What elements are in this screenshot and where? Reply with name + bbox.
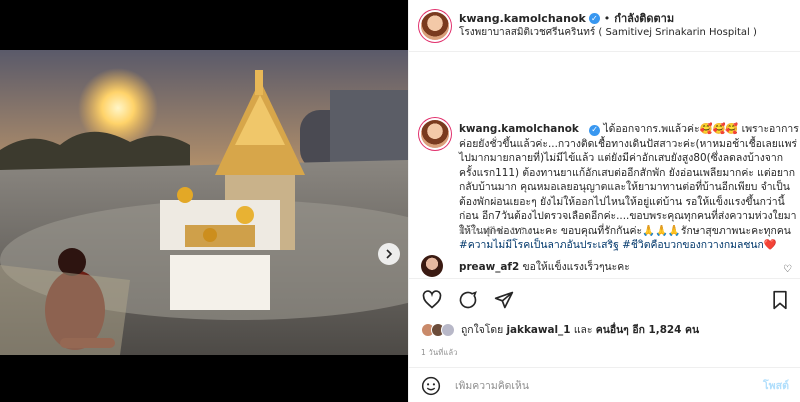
post-photo[interactable] [0,50,408,355]
verified-badge-icon: ✓ [588,13,600,24]
likes-and: และ [573,324,593,336]
post-modal: kwang.kamolchanok ✓ • กำลังติดตาม โรงพยา… [0,0,800,402]
hashtag-link[interactable]: #ความไม่มีโรคเป็นลาภอันประเสริฐ [459,239,619,251]
caption-text: ได้ออกจากร.พแล้วค่ะ🥰🥰🥰 เพราะอาการค่อยยัง… [459,123,799,237]
save-button[interactable] [769,289,791,311]
comment-composer: โพสต์ [409,367,800,402]
likes-prefix: ถูกใจโดย [461,324,504,336]
comment-icon [459,291,477,309]
bookmark-icon [773,290,787,310]
post-timestamp: 1 วันที่แล้ว [421,348,458,357]
hashtag-link[interactable]: #ชีวิตคือบวกของกวางกมลชนก [622,239,764,251]
comment-input[interactable] [455,379,763,392]
heart-emoji: ❤️ [763,239,777,251]
separator: • [603,11,611,25]
comment-row: preaw_af2 ขอให้แข็งแรงเร็วๆนะคะ ♡ [421,255,796,277]
action-bar: ถูกใจโดย jakkawal_1 และ คนอื่นๆ อีก 1,82… [409,278,800,402]
share-icon [494,291,514,309]
comment-text: ขอให้แข็งแรงเร็วๆนะคะ [522,260,630,273]
caption-username[interactable]: kwang.kamolchanok [459,123,579,135]
commenter-avatar[interactable] [421,255,443,277]
heart-icon [422,290,442,309]
following-button[interactable]: กำลังติดตาม [614,12,674,25]
post-side-panel: kwang.kamolchanok ✓ • กำลังติดตาม โรงพยา… [408,0,800,402]
edited-timestamp: มีการแก้ไข · 1 วัน [459,227,531,237]
share-button[interactable] [493,289,515,311]
author-username[interactable]: kwang.kamolchanok [459,12,586,25]
liker-avatar [441,322,455,337]
caption-section: kwang.kamolchanok ✓ ได้ออกจากร.พแล้วค่ะ🥰… [409,52,800,251]
liker-avatars [421,322,455,337]
post-header: kwang.kamolchanok ✓ • กำลังติดตาม โรงพยา… [409,0,800,52]
liker-username[interactable]: jakkawal_1 [506,324,570,336]
emoji-icon[interactable] [421,376,441,396]
author-avatar[interactable] [421,11,449,40]
commenter-username[interactable]: preaw_af2 [459,261,519,273]
likes-summary: ถูกใจโดย jakkawal_1 และ คนอื่นๆ อีก 1,82… [421,321,699,338]
caption-author-avatar[interactable] [421,120,449,148]
comment-like-heart-icon[interactable]: ♡ [783,264,792,275]
photo-scene [0,50,408,355]
post-location[interactable]: โรงพยาบาลสมิติเวชศรีนครินทร์ ( Samitivej… [459,27,757,39]
next-photo-button[interactable] [378,243,400,265]
chevron-right-icon [386,249,393,259]
comment-button[interactable] [457,289,479,311]
like-button[interactable] [421,289,443,311]
verified-badge-icon: ✓ [589,124,601,136]
likes-others-link[interactable]: คนอื่นๆ อีก 1,824 คน [596,321,699,338]
post-comment-button[interactable]: โพสต์ [763,377,789,394]
